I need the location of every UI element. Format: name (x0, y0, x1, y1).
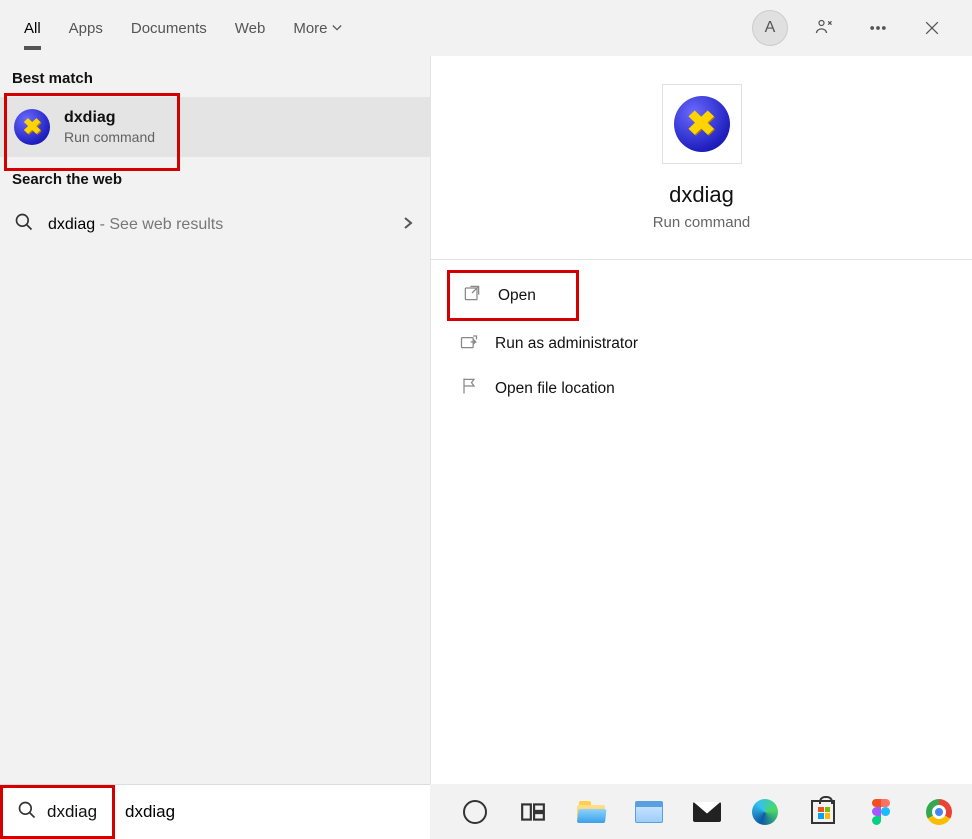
tab-more[interactable]: More (279, 0, 355, 56)
tab-all[interactable]: All (10, 0, 55, 56)
result-dxdiag[interactable]: ✖ dxdiag Run command (0, 97, 430, 157)
web-result-term: dxdiag (48, 216, 95, 233)
web-result-text: dxdiag - See web results (48, 216, 223, 234)
taskbar-mail-icon[interactable] (692, 797, 722, 827)
bottom-bar: dxdiag (0, 784, 972, 839)
tab-web[interactable]: Web (221, 0, 280, 56)
result-subtitle: Run command (64, 129, 155, 145)
taskbar-chrome-icon[interactable] (924, 797, 954, 827)
divider (431, 259, 972, 260)
action-open[interactable]: Open (447, 270, 579, 321)
tab-all-label: All (24, 20, 41, 37)
folder-location-icon (459, 376, 479, 401)
windows-search-panel: All Apps Documents Web More A Bes (0, 0, 972, 839)
search-query-text: dxdiag (47, 802, 97, 822)
more-options-icon[interactable] (860, 10, 896, 46)
taskbar-figma-icon[interactable] (866, 797, 896, 827)
result-title: dxdiag (64, 109, 155, 127)
chevron-down-icon (332, 20, 342, 37)
web-result-suffix: - See web results (95, 216, 223, 233)
result-detail-pane: ✖ dxdiag Run command Open Run as adminis… (430, 56, 972, 784)
best-match-result-wrap: ✖ dxdiag Run command (0, 97, 430, 157)
best-match-label: Best match (0, 56, 430, 97)
tab-documents-label: Documents (131, 20, 207, 37)
user-initial: A (765, 19, 776, 37)
search-web-label: Search the web (0, 157, 430, 198)
search-filter-tabs: All Apps Documents Web More A (0, 0, 972, 56)
taskbar-explorer-icon[interactable] (576, 797, 606, 827)
tab-documents[interactable]: Documents (117, 0, 221, 56)
dxdiag-icon: ✖ (674, 96, 730, 152)
chevron-right-icon (402, 216, 414, 234)
action-run-admin-label: Run as administrator (495, 335, 638, 353)
admin-shield-icon (459, 331, 479, 356)
action-open-location-label: Open file location (495, 380, 615, 398)
results-list: Best match ✖ dxdiag Run command Search t… (0, 56, 430, 784)
web-result-item[interactable]: dxdiag - See web results (0, 198, 430, 251)
dxdiag-icon: ✖ (14, 109, 50, 145)
tab-web-label: Web (235, 20, 266, 37)
tab-apps[interactable]: Apps (55, 0, 117, 56)
annotation-highlight-search: dxdiag (0, 785, 115, 839)
tab-more-label: More (293, 20, 327, 37)
taskbar-edge-icon[interactable] (750, 797, 780, 827)
search-icon (17, 800, 37, 825)
open-icon (462, 283, 482, 308)
taskbar-store-icon[interactable] (808, 797, 838, 827)
action-run-admin[interactable]: Run as administrator (447, 321, 956, 366)
user-avatar[interactable]: A (752, 10, 788, 46)
search-input[interactable] (125, 802, 430, 822)
search-box[interactable]: dxdiag (0, 784, 430, 839)
detail-app-icon: ✖ (662, 84, 742, 164)
tab-apps-label: Apps (69, 20, 103, 37)
detail-subtitle: Run command (431, 214, 972, 231)
detail-actions: Open Run as administrator Open file loca… (431, 270, 972, 411)
result-text: dxdiag Run command (64, 109, 155, 145)
action-open-label: Open (498, 287, 536, 305)
top-right-controls: A (752, 10, 950, 46)
taskbar-taskview-icon[interactable] (518, 797, 548, 827)
taskbar-cortana-icon[interactable] (460, 797, 490, 827)
detail-title: dxdiag (431, 182, 972, 208)
close-icon[interactable] (914, 10, 950, 46)
feedback-icon[interactable] (806, 10, 842, 46)
taskbar-settings-icon[interactable] (634, 797, 664, 827)
search-icon (14, 212, 34, 237)
taskbar (430, 784, 972, 839)
main-content: Best match ✖ dxdiag Run command Search t… (0, 56, 972, 784)
action-open-location[interactable]: Open file location (447, 366, 956, 411)
